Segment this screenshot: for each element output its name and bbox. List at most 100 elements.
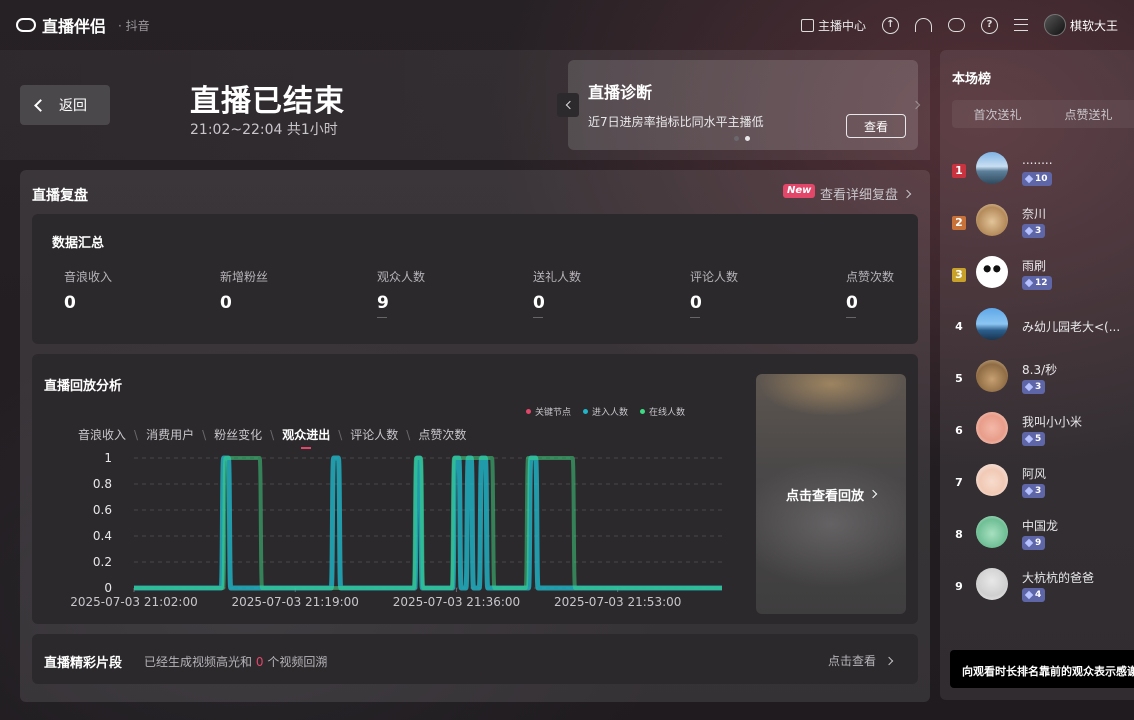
tab-separator: \ (338, 427, 343, 442)
ranking-tooltip: 向观看时长排名靠前的观众表示感谢 (950, 650, 1134, 688)
chevron-right-icon (884, 656, 894, 665)
x-tick-label: 2025-07-03 21:36:00 (393, 595, 520, 609)
level-badge: 10 (1022, 172, 1052, 186)
app-logo-icon (16, 18, 36, 32)
studio-center-button[interactable]: 主播中心 (800, 17, 866, 34)
tab-separator: \ (202, 427, 207, 442)
summary-title: 数据汇总 (52, 236, 105, 251)
avatar (1043, 14, 1066, 36)
legend-item[interactable]: 在线人数 (640, 405, 685, 418)
tab-like-gift[interactable]: 点赞送礼 (1043, 106, 1134, 123)
rank-username: 阿风 (1022, 467, 1047, 481)
metric-value: 0 (64, 293, 76, 313)
metric-divider (377, 317, 387, 318)
back-button[interactable]: 返回 (20, 85, 110, 125)
tab-commenters[interactable]: 评论人数 (350, 426, 398, 443)
rank-number: 4 (955, 320, 963, 333)
top-bar: 直播伴侣 · 抖音 主播中心 ↑ ? 棋软大王 (0, 0, 1134, 50)
tab-likes[interactable]: 点赞次数 (418, 426, 466, 443)
carousel-dot[interactable] (734, 136, 739, 141)
level-badge: 5 (1022, 432, 1046, 446)
diagnosis-view-button[interactable]: 查看 (846, 114, 906, 138)
legend-item[interactable]: 进入人数 (583, 405, 628, 418)
diamond-icon (1024, 278, 1034, 288)
x-tick-label: 2025-07-03 21:02:00 (70, 595, 197, 609)
clips-desc-prefix: 已经生成视频高光和 (144, 655, 253, 669)
headset-icon[interactable] (914, 18, 932, 32)
diamond-icon (1024, 538, 1034, 548)
clips-count: 0 (255, 655, 264, 669)
chevron-right-icon (911, 100, 920, 110)
tab-revenue[interactable]: 音浪收入 (78, 426, 126, 443)
ranking-item[interactable]: 6 我叫小小米 5 (952, 412, 1134, 452)
metric-label: 观众人数 (377, 270, 426, 284)
carousel-next-button[interactable] (906, 93, 928, 117)
x-tick-label: 2025-07-03 21:53:00 (554, 595, 681, 609)
metric-label: 音浪收入 (64, 270, 113, 284)
rank-number: 8 (955, 528, 963, 541)
level-badge: 4 (1022, 588, 1046, 602)
diamond-icon (1024, 590, 1034, 600)
menu-icon[interactable] (1013, 19, 1028, 31)
legend-dot (526, 409, 531, 414)
replay-label: 点击查看回放 (785, 488, 864, 504)
ranking-item[interactable]: 5 8.3/秒 3 (952, 360, 1134, 400)
tab-paying-users[interactable]: 消费用户 (146, 426, 194, 443)
ranking-item[interactable]: 1........ 10 (952, 152, 1134, 192)
tab-first-gift[interactable]: 首次送礼 (952, 106, 1043, 123)
user-profile[interactable]: 棋软大王 (1043, 14, 1118, 36)
level-badge: 9 (1022, 536, 1046, 550)
ranking-item[interactable]: 7 阿风 3 (952, 464, 1134, 504)
ranking-item[interactable]: 2 奈川 3 (952, 204, 1134, 244)
data-summary-card: 数据汇总 音浪收入 0 新增粉丝 0 观众人数 9 送礼人数 0 评论人数 0 … (32, 214, 918, 344)
carousel-dot-active[interactable] (745, 136, 750, 141)
metric-viewers: 观众人数 9 (377, 268, 497, 318)
upload-icon[interactable]: ↑ (881, 16, 899, 34)
legend-item[interactable]: 关键节点 (526, 405, 571, 418)
platform-name: · 抖音 (118, 18, 150, 33)
level-value: 12 (1035, 278, 1048, 288)
ranking-item[interactable]: 3 雨刷 12 (952, 256, 1134, 296)
metric-label: 送礼人数 (533, 270, 582, 284)
rank-number: 2 (952, 216, 966, 230)
kid-avatar (976, 464, 1008, 496)
carousel-prev-button[interactable] (557, 93, 579, 117)
ranking-item[interactable]: 8 中国龙 9 (952, 516, 1134, 556)
diamond-icon (1024, 486, 1034, 496)
new-badge: New (783, 184, 816, 198)
tab-separator: \ (406, 427, 411, 442)
diamond-icon (1024, 434, 1034, 444)
metric-value: 0 (220, 293, 232, 313)
ranking-item[interactable]: 4 み幼儿园老大<(... (952, 308, 1134, 348)
chevron-left-icon (565, 100, 574, 110)
rank-number: 6 (955, 424, 963, 437)
frog-avatar (976, 516, 1008, 548)
rank-username: 8.3/秒 (1022, 363, 1058, 377)
carousel-dots (734, 136, 750, 141)
tab-separator: \ (270, 427, 275, 442)
y-tick-label: 0.2 (93, 555, 112, 569)
tab-viewer-flow[interactable]: 观众进出 (282, 426, 330, 449)
panda-avatar (976, 256, 1008, 288)
detail-review-link[interactable]: 查看详细复盘 (820, 184, 912, 203)
pavilion-avatar (976, 308, 1008, 340)
help-icon[interactable]: ? (980, 16, 998, 34)
chevron-right-icon (868, 489, 878, 499)
ranking-item[interactable]: 9 大杭杭的爸爸 4 (952, 568, 1134, 608)
message-icon[interactable] (947, 18, 965, 32)
rank-username: 我叫小小米 (1022, 415, 1083, 429)
x-tick-label: 2025-07-03 21:19:00 (231, 595, 358, 609)
rank-username: 中国龙 (1022, 519, 1059, 533)
clips-view-link[interactable]: 点击查看 (828, 652, 894, 669)
detail-review-label: 查看详细复盘 (820, 188, 899, 203)
back-label: 返回 (59, 98, 87, 114)
rank-number: 7 (955, 476, 963, 489)
metric-divider (690, 317, 700, 318)
tab-fan-change[interactable]: 粉丝变化 (214, 426, 262, 443)
metric-gifters: 送礼人数 0 (533, 268, 653, 318)
chevron-left-icon (34, 98, 47, 112)
metric-revenue: 音浪收入 0 (64, 268, 184, 313)
rank-number: 3 (952, 268, 966, 282)
replay-thumbnail[interactable]: 点击查看回放 (756, 374, 906, 614)
legend-dot (640, 409, 646, 414)
